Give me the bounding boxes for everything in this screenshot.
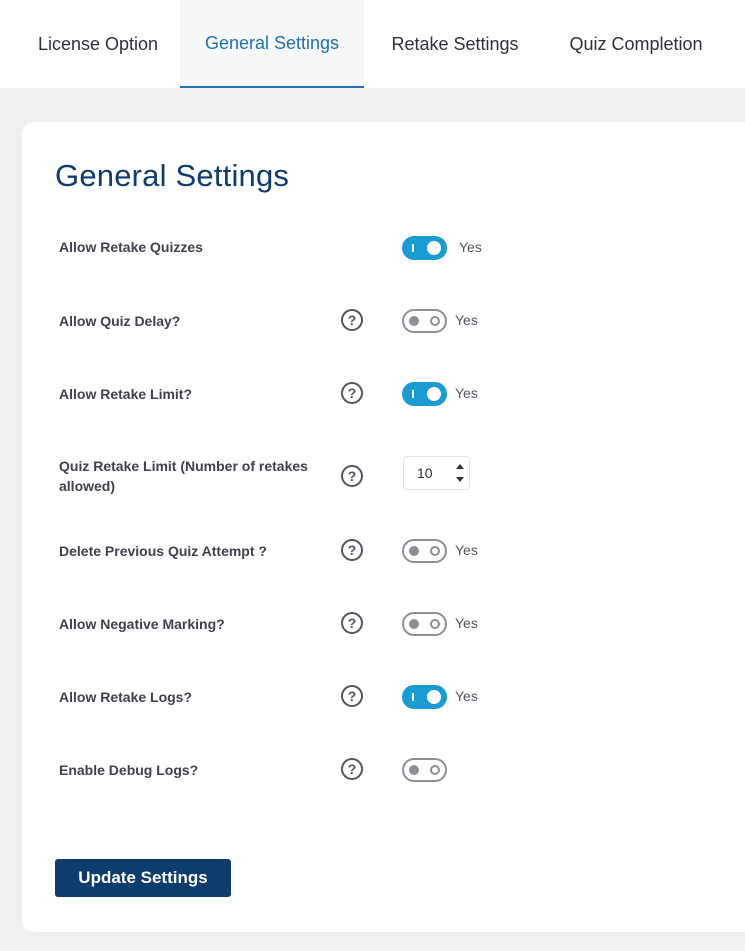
toggle-on-indicator: [412, 244, 414, 252]
toggle-off-indicator: [430, 619, 440, 629]
tab-label: Retake Settings: [391, 33, 519, 54]
setting-label: Quiz Retake Limit (Number of retakes all…: [59, 458, 308, 494]
tab-quiz-completion[interactable]: Quiz Completion: [546, 0, 726, 88]
setting-label: Enable Debug Logs?: [59, 762, 199, 778]
tab-label: License Option: [37, 33, 159, 54]
toggle-off-knob: [409, 316, 419, 326]
toggle-knob: [427, 387, 441, 401]
setting-label: Allow Retake Limit?: [59, 386, 193, 402]
help-icon[interactable]: ?: [341, 465, 363, 487]
allow-retake-quizzes-toggle[interactable]: [402, 236, 447, 260]
toggle-on-indicator: [412, 693, 414, 701]
toggle-value-label: Yes: [455, 385, 478, 401]
tab-label: Quiz Completion: [569, 33, 703, 54]
toggle-knob: [427, 690, 441, 704]
toggle-off-indicator: [430, 316, 440, 326]
toggle-knob: [427, 241, 441, 255]
toggle-off-indicator: [430, 546, 440, 556]
tab-general-settings[interactable]: General Settings: [180, 0, 364, 88]
allow-negative-marking-toggle[interactable]: [402, 612, 447, 636]
tab-bar: License Option General Settings Retake S…: [0, 0, 745, 88]
enable-debug-logs-toggle[interactable]: [402, 758, 447, 782]
setting-label: Allow Negative Marking?: [59, 616, 225, 632]
toggle-off-indicator: [430, 765, 440, 775]
help-icon[interactable]: ?: [341, 685, 363, 707]
help-icon[interactable]: ?: [341, 539, 363, 561]
retake-limit-value: 10: [417, 465, 433, 481]
tab-license-option[interactable]: License Option: [16, 0, 180, 88]
settings-card: General Settings Allow Retake Quizzes Ye…: [22, 122, 745, 932]
allow-retake-limit-toggle[interactable]: [402, 382, 447, 406]
setting-label: Allow Retake Quizzes: [59, 239, 203, 255]
help-icon[interactable]: ?: [341, 758, 363, 780]
toggle-off-knob: [409, 546, 419, 556]
toggle-value-label: Yes: [455, 542, 478, 558]
spin-down-icon[interactable]: [456, 477, 464, 482]
toggle-value-label: Yes: [455, 615, 478, 631]
toggle-off-knob: [409, 619, 419, 629]
toggle-value-label: Yes: [455, 688, 478, 704]
update-settings-button[interactable]: Update Settings: [55, 859, 231, 897]
toggle-on-indicator: [412, 390, 414, 398]
retake-limit-input[interactable]: 10: [403, 456, 470, 490]
toggle-value-label: Yes: [459, 239, 482, 255]
delete-previous-attempt-toggle[interactable]: [402, 539, 447, 563]
toggle-off-knob: [409, 765, 419, 775]
allow-quiz-delay-toggle[interactable]: [402, 309, 447, 333]
spin-up-icon[interactable]: [456, 464, 464, 469]
setting-label: Allow Retake Logs?: [59, 689, 193, 705]
tab-label: General Settings: [204, 32, 340, 53]
help-icon[interactable]: ?: [341, 309, 363, 331]
tab-retake-settings[interactable]: Retake Settings: [364, 0, 546, 88]
setting-label: Delete Previous Quiz Attempt ?: [59, 543, 267, 559]
page-title: General Settings: [55, 158, 290, 193]
allow-retake-logs-toggle[interactable]: [402, 685, 447, 709]
toggle-value-label: Yes: [455, 312, 478, 328]
setting-label: Allow Quiz Delay?: [59, 313, 181, 329]
help-icon[interactable]: ?: [341, 612, 363, 634]
help-icon[interactable]: ?: [341, 382, 363, 404]
